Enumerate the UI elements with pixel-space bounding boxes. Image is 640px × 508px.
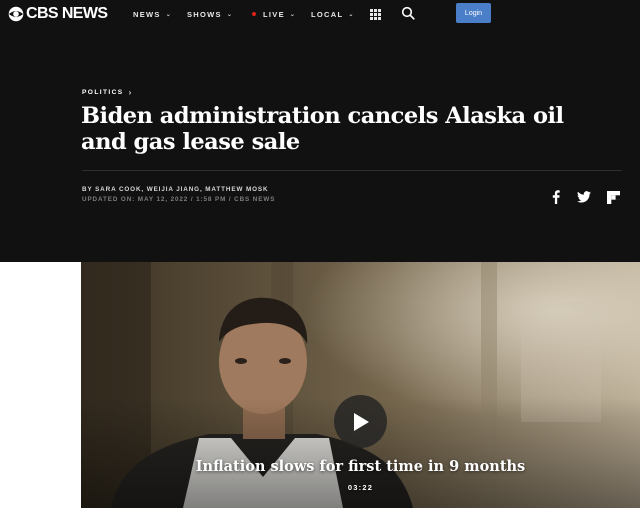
category-label: POLITICS (82, 89, 124, 96)
flipboard-icon[interactable] (606, 190, 620, 204)
nav-item-shows[interactable]: SHOWS ⌄ (187, 7, 233, 21)
cbs-eye-icon (8, 6, 24, 22)
twitter-icon[interactable] (577, 190, 591, 204)
nav-item-news-label: NEWS (133, 9, 161, 19)
login-button[interactable]: Login (456, 3, 491, 23)
category-breadcrumb[interactable]: POLITICS › (82, 88, 133, 97)
header-divider (82, 170, 622, 171)
logo-wordmark: CBS NEWS (26, 5, 108, 22)
chevron-down-icon: ⌄ (226, 11, 234, 18)
nav-item-news[interactable]: NEWS ⌄ (133, 7, 172, 21)
search-icon[interactable] (401, 6, 415, 20)
chevron-down-icon: ⌄ (289, 11, 297, 18)
article-headline: Biden administration cancels Alaska oil … (81, 103, 564, 155)
play-icon (353, 412, 369, 431)
chevron-down-icon: ⌄ (165, 11, 173, 18)
article-updated-timestamp: UPDATED ON: MAY 12, 2022 / 1:58 PM / CBS… (82, 196, 276, 203)
article-byline: BY SARA COOK, WEIJIA JIANG, MATTHEW MOSK (82, 186, 269, 193)
video-duration: 03:22 (347, 483, 374, 492)
facebook-icon[interactable] (549, 190, 563, 204)
live-indicator-dot (252, 12, 256, 16)
cbs-news-logo[interactable]: CBS NEWS (8, 5, 108, 23)
chevron-right-icon: › (128, 88, 133, 97)
nav-item-shows-label: SHOWS (187, 9, 222, 19)
chevron-down-icon: ⌄ (348, 11, 355, 18)
top-navigation-bar: CBS NEWS NEWS ⌄ SHOWS ⌄ LIVE ⌄ LOCAL ⌄ L… (0, 0, 640, 28)
apps-grid-icon[interactable] (370, 9, 381, 20)
nav-item-live[interactable]: LIVE ⌄ (252, 7, 296, 21)
nav-item-local[interactable]: LOCAL ⌄ (311, 7, 355, 21)
nav-item-local-label: LOCAL (311, 9, 344, 19)
video-title: Inflation slows for first time in 9 mont… (195, 458, 526, 475)
play-button[interactable] (334, 395, 387, 448)
nav-item-live-label: LIVE (263, 9, 285, 19)
